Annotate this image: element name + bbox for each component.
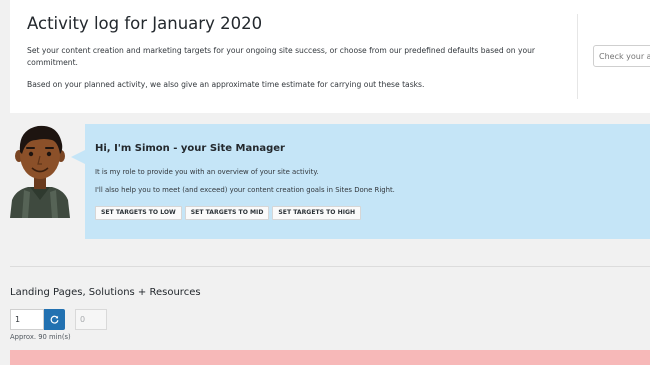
alert-bar bbox=[10, 350, 650, 365]
set-targets-mid-button[interactable]: SET TARGETS TO MID bbox=[184, 206, 270, 220]
manager-help: I'll also help you to meet (and exceed) … bbox=[95, 186, 395, 194]
target-buttons: SET TARGETS TO LOW SET TARGETS TO MID SE… bbox=[95, 206, 362, 220]
target-quantity-input[interactable] bbox=[10, 309, 44, 330]
header-divider bbox=[577, 14, 578, 99]
time-estimate: Approx. 90 min(s) bbox=[10, 333, 71, 341]
speech-bubble-tail bbox=[71, 150, 85, 164]
activity-log-header: Activity log for January 2020 Set your c… bbox=[10, 0, 650, 113]
page-title: Activity log for January 2020 bbox=[27, 14, 263, 33]
check-activity-input[interactable] bbox=[593, 45, 650, 67]
manager-intro: It is my role to provide you with an ove… bbox=[95, 168, 319, 176]
header-description: Set your content creation and marketing … bbox=[27, 46, 536, 67]
site-manager-avatar bbox=[10, 125, 70, 218]
site-manager-bubble: Hi, I'm Simon - your Site Manager It is … bbox=[85, 124, 650, 239]
manager-greeting: Hi, I'm Simon - your Site Manager bbox=[95, 143, 285, 154]
header-estimate-note: Based on your planned activity, we also … bbox=[27, 80, 425, 89]
refresh-icon bbox=[50, 315, 59, 324]
section-title: Landing Pages, Solutions + Resources bbox=[10, 287, 201, 298]
section-divider bbox=[10, 266, 650, 267]
completed-count-field bbox=[75, 309, 107, 330]
set-targets-high-button[interactable]: SET TARGETS TO HIGH bbox=[272, 206, 362, 220]
set-targets-low-button[interactable]: SET TARGETS TO LOW bbox=[95, 206, 182, 220]
refresh-button[interactable] bbox=[44, 309, 65, 330]
